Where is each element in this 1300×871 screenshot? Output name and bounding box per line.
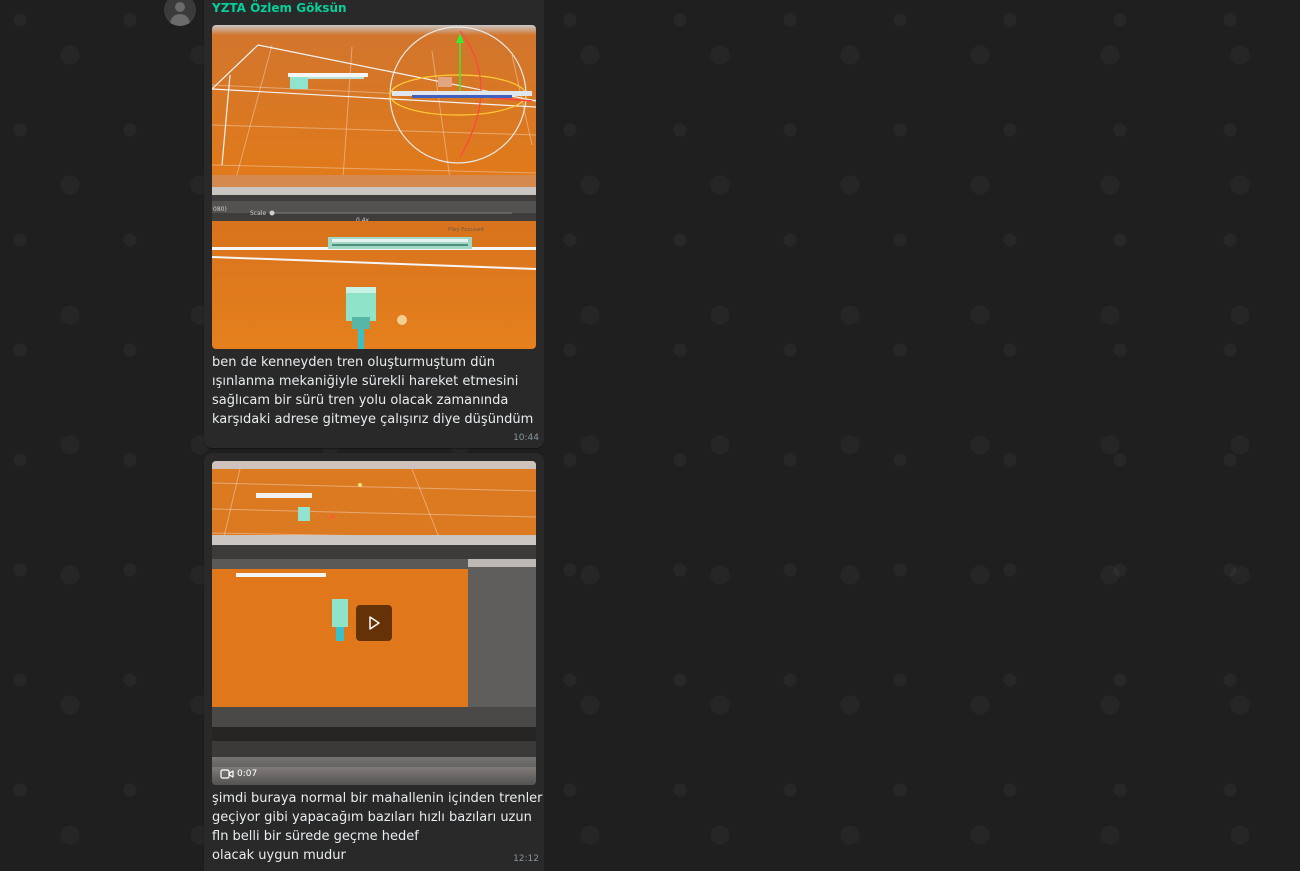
video-info: 0:07 bbox=[220, 767, 257, 781]
video-camera-icon bbox=[220, 769, 234, 779]
message-image[interactable]: 080) Scale 0.4x Play Focused bbox=[212, 25, 536, 349]
video-duration: 0:07 bbox=[237, 769, 258, 779]
message-timestamp: 12:12 bbox=[513, 854, 539, 864]
default-user-icon bbox=[175, 2, 185, 12]
svg-text:Play Focused: Play Focused bbox=[448, 227, 484, 233]
message-timestamp: 10:44 bbox=[513, 433, 539, 443]
play-button[interactable] bbox=[356, 605, 392, 641]
svg-text:Scale: Scale bbox=[250, 210, 266, 217]
play-icon bbox=[369, 616, 380, 630]
sender-name[interactable]: YZTA Özlem Göksün bbox=[212, 1, 347, 15]
message-bubble: 0:07 şimdi buraya normal bir mahallenin … bbox=[204, 453, 544, 871]
sender-avatar[interactable] bbox=[164, 0, 196, 26]
message-bubble: YZTA Özlem Göksün 080) Scale 0.4x Play F… bbox=[204, 0, 544, 448]
message-caption: ben de kenneyden tren oluşturmuştum dün … bbox=[212, 355, 534, 427]
message-video[interactable]: 0:07 bbox=[212, 461, 536, 785]
message-caption: şimdi buraya normal bir mahallenin içind… bbox=[212, 791, 543, 863]
svg-text:080): 080) bbox=[213, 206, 227, 213]
